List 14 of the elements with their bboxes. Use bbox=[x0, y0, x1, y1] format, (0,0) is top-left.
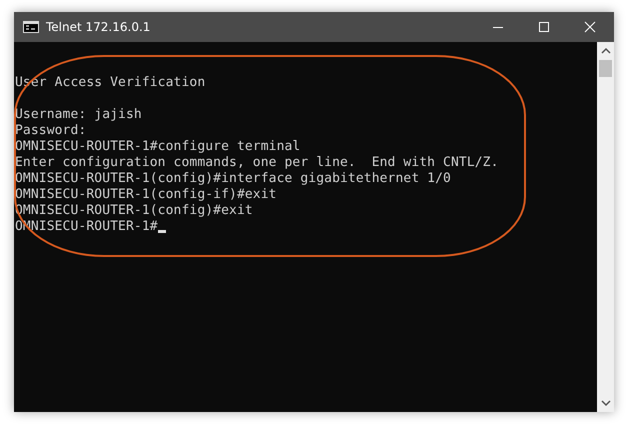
close-icon[interactable] bbox=[584, 21, 596, 33]
console-icon bbox=[23, 21, 39, 33]
window-title: Telnet 172.16.0.1 bbox=[46, 20, 150, 34]
scrollbar[interactable] bbox=[597, 42, 614, 412]
terminal-line: OMNISECU-ROUTER-1(config-if)#exit bbox=[15, 187, 277, 203]
scroll-down-icon[interactable] bbox=[600, 399, 610, 407]
scroll-thumb[interactable] bbox=[599, 60, 612, 77]
terminal-line: Password: bbox=[15, 123, 86, 139]
terminal-line: Username: jajish bbox=[15, 107, 142, 123]
scroll-up-icon[interactable] bbox=[600, 47, 610, 55]
maximize-icon[interactable] bbox=[538, 21, 550, 33]
terminal-line: OMNISECU-ROUTER-1(config)#interface gigabitethernet 1/0 bbox=[15, 171, 451, 187]
terminal-line: OMNISECU-ROUTER-1#configure terminal bbox=[15, 139, 300, 155]
terminal-line: Enter configuration commands, one per line. End with CNTL/Z. bbox=[15, 155, 499, 171]
